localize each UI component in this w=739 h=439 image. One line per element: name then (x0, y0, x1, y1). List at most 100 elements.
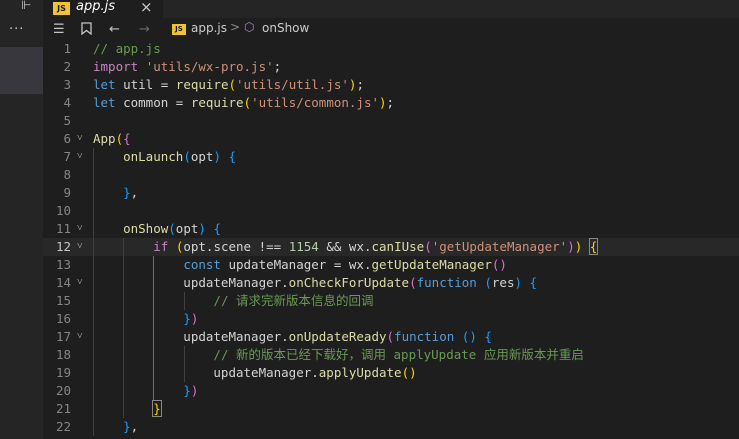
list-icon[interactable]: ☰ (53, 22, 65, 37)
code-line[interactable]: 18 // 新的版本已经下载好，调用 applyUpdate 应用新版本并重启 (43, 346, 739, 364)
fold-chevron-icon[interactable]: ˅ (77, 274, 83, 292)
code-text: App({ (93, 130, 131, 148)
code-line[interactable]: 4 let common = require('utils/common.js')… (43, 94, 739, 112)
code-token: let (93, 95, 116, 110)
indent-guide (93, 148, 94, 436)
code-token: function (394, 329, 455, 344)
line-number: 21 (55, 401, 71, 416)
code-token: opt (175, 221, 199, 236)
code-token: opt.scene !== (183, 239, 289, 254)
code-token: App (93, 131, 116, 146)
code-token: ( (243, 95, 252, 110)
more-actions-icon[interactable]: ··· (9, 22, 24, 37)
fold-chevron-icon[interactable]: ˅ (77, 130, 83, 148)
code-line[interactable]: 5 (43, 112, 739, 130)
breadcrumb-symbol[interactable]: onShow (262, 21, 309, 35)
code-token: } (183, 311, 191, 326)
code-line[interactable]: 6 ˅ App({ (43, 130, 739, 148)
line-number: 22 (55, 419, 71, 434)
js-file-icon: JS (53, 2, 70, 15)
code-token: if (153, 239, 169, 254)
code-token: onLaunch (123, 149, 184, 164)
breadcrumb-js-icon: JS (172, 24, 186, 35)
code-line[interactable]: 12 ˅ if (opt.scene !== 1154 && wx.canIUse… (43, 238, 739, 256)
indent-guide (183, 292, 185, 310)
back-arrow-icon[interactable]: ← (109, 22, 120, 37)
left-panel-selected-item[interactable] (0, 47, 43, 94)
code-line[interactable]: 8 (43, 166, 739, 184)
code-line[interactable]: 7 ˅ onLaunch(opt) { (43, 148, 739, 166)
fold-chevron-icon[interactable]: ˅ (77, 220, 83, 238)
code-line[interactable]: 16 }) (43, 310, 739, 328)
code-token: ; (386, 95, 395, 110)
code-line[interactable]: 3 let util = require('utils/util.js'); (43, 76, 739, 94)
tab-app-js[interactable]: JS app.js × (43, 0, 163, 18)
forward-arrow-icon[interactable]: → (139, 22, 150, 37)
code-line[interactable]: 22 }, (43, 418, 739, 436)
tab-label[interactable]: app.js (76, 0, 115, 14)
code-token: ; (273, 59, 282, 74)
code-token: onCheckForUpdate (288, 275, 410, 290)
code-line[interactable]: 11 ˅ onShow(opt) { (43, 220, 739, 238)
code-line[interactable]: 2 import 'utils/wx-pro.js'; (43, 58, 739, 76)
code-token: common = (115, 95, 191, 110)
code-line[interactable]: 21 } (43, 400, 739, 418)
code-line[interactable]: 14 ˅ updateManager.onCheckForUpdate(funct… (43, 274, 739, 292)
code-token: () (461, 329, 477, 344)
fold-chevron-icon[interactable]: ˅ (77, 148, 83, 166)
code-line[interactable]: 9 }, (43, 184, 739, 202)
line-number: 3 (63, 77, 71, 92)
code-token: { (213, 221, 221, 236)
code-token: () (491, 257, 507, 272)
code-line[interactable]: 20 }) (43, 382, 739, 400)
line-number: 14 (55, 275, 71, 290)
code-line[interactable]: 13 const updateManager = wx.getUpdateMan… (43, 256, 739, 274)
code-token: getUpdateManager (371, 257, 492, 272)
code-line[interactable]: 1 // app.js (43, 40, 739, 58)
line-number: 12 (55, 239, 71, 254)
code-text: onShow(opt) { (93, 220, 221, 238)
code-text: // 新的版本已经下载好，调用 applyUpdate 应用新版本并重启 (93, 346, 583, 364)
fold-chevron-icon[interactable]: ˅ (77, 328, 83, 346)
code-token: { (529, 275, 538, 290)
breadcrumb-separator: > (230, 20, 241, 34)
code-text: // 请求完新版本信息的回调 (93, 292, 373, 310)
line-number: 9 (63, 185, 71, 200)
code-line[interactable]: 19 updateManager.applyUpdate() (43, 364, 739, 382)
code-token: ( (115, 131, 124, 146)
code-text: } (93, 400, 162, 418)
breadcrumb-file[interactable]: app.js (191, 21, 227, 35)
code-text: }, (93, 184, 138, 202)
code-line[interactable]: 10 (43, 202, 739, 220)
line-number: 11 (55, 221, 71, 236)
code-token: ) (213, 149, 221, 164)
code-token: ( (386, 329, 395, 344)
code-token: ; (356, 77, 364, 92)
code-token: ) (190, 383, 199, 398)
code-token: ( (183, 149, 191, 164)
code-token: updateManager. (93, 365, 319, 380)
line-number: 4 (63, 95, 71, 110)
split-editor-icon[interactable]: ⊩ (21, 0, 31, 12)
code-line[interactable]: 15 // 请求完新版本信息的回调 (43, 292, 739, 310)
bookmark-icon[interactable] (81, 22, 92, 39)
close-icon[interactable]: × (140, 0, 153, 16)
fold-chevron-icon[interactable]: ˅ (77, 238, 83, 256)
code-line[interactable]: 17 ˅ updateManager.onUpdateReady(function… (43, 328, 739, 346)
code-token: ) (567, 239, 575, 254)
code-token: { (228, 149, 237, 164)
code-token: , (130, 419, 139, 434)
code-text: // app.js (93, 40, 161, 58)
line-number: 8 (63, 167, 71, 182)
code-token: ( (409, 275, 417, 290)
code-text: import 'utils/wx-pro.js'; (93, 58, 281, 76)
line-number: 13 (55, 257, 71, 272)
line-number: 7 (63, 149, 71, 164)
line-number: 10 (55, 203, 71, 218)
code-token: { (588, 238, 599, 255)
